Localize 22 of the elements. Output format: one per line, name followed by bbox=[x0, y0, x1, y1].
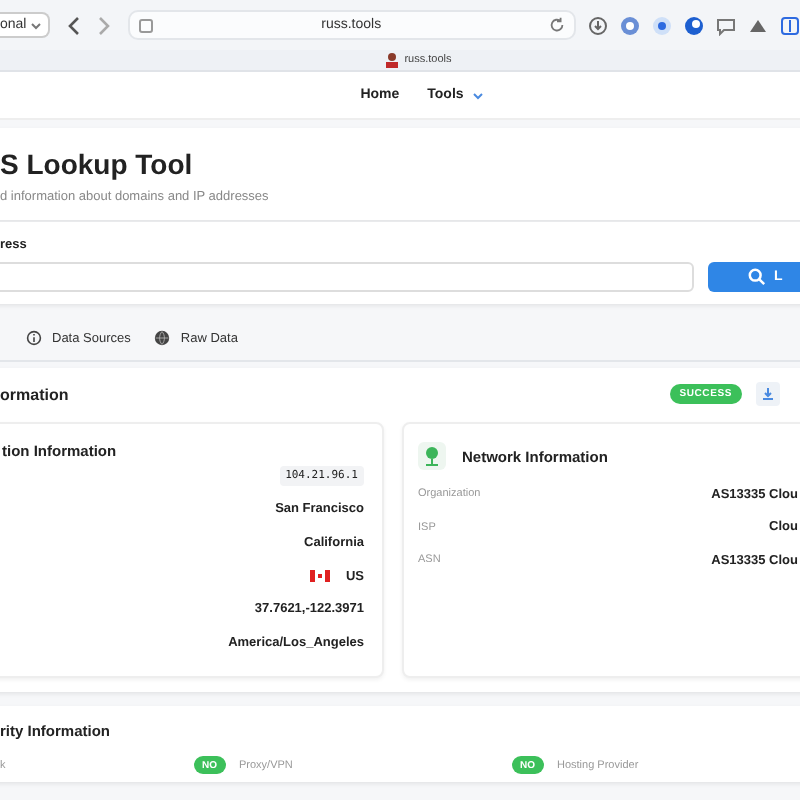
download-button[interactable] bbox=[756, 382, 780, 406]
globe-icon bbox=[154, 330, 171, 346]
network-icon bbox=[418, 442, 446, 470]
reload-icon[interactable] bbox=[547, 16, 566, 34]
section-title: ormation bbox=[0, 385, 71, 403]
speech-bubble-icon[interactable] bbox=[715, 15, 736, 35]
page-icon bbox=[138, 17, 155, 33]
extension-icon[interactable] bbox=[683, 15, 704, 35]
caret-icon bbox=[30, 21, 43, 29]
favicon-icon bbox=[384, 52, 401, 68]
search-icon bbox=[748, 268, 766, 286]
extension-icon[interactable] bbox=[747, 15, 768, 35]
extension-icon[interactable] bbox=[651, 15, 672, 35]
page-title: S Lookup Tool bbox=[0, 148, 195, 180]
back-icon[interactable] bbox=[66, 15, 83, 35]
flag-icon bbox=[309, 570, 330, 583]
address-input[interactable] bbox=[0, 262, 694, 292]
sidebar-icon[interactable] bbox=[779, 15, 800, 35]
download-icon[interactable] bbox=[587, 15, 608, 35]
info-icon bbox=[26, 330, 42, 346]
extension-icon[interactable] bbox=[619, 15, 640, 35]
download-icon bbox=[762, 388, 774, 400]
